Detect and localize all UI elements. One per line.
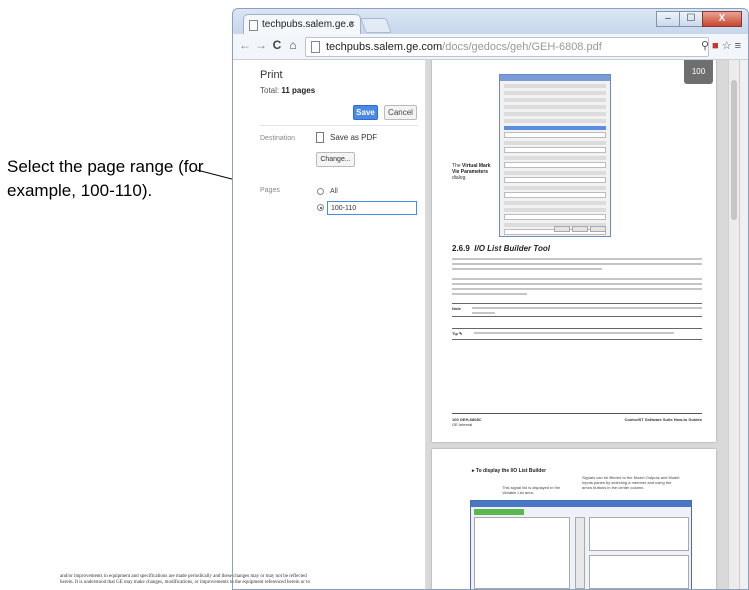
url-path: /docs/gedocs/geh/GEH-6808.pdf xyxy=(442,41,602,53)
home-icon[interactable]: ⌂ xyxy=(285,38,301,52)
title-bar: techpubs.salem.ge.c × – ☐ X xyxy=(233,9,748,34)
note-rule-bottom xyxy=(452,316,702,317)
new-tab-button[interactable] xyxy=(360,18,392,33)
destination-value: Save as PDF xyxy=(330,133,378,142)
page-favicon-icon xyxy=(249,20,258,31)
scrollbar-thumb[interactable] xyxy=(731,80,737,220)
reload-icon[interactable]: C xyxy=(269,38,285,52)
preview-page-1: The Virtual Mark Vie Parameters dialog. … xyxy=(432,60,716,442)
close-window-button[interactable]: X xyxy=(702,11,742,27)
address-bar[interactable]: techpubs.salem.ge.com/docs/gedocs/geh/GE… xyxy=(305,37,709,57)
dialog-screenshot-image xyxy=(499,74,611,237)
tip-rule-bottom xyxy=(452,339,702,340)
preview-page-2: ▸ To display the I/O List Builder This s… xyxy=(432,449,716,589)
tip-text xyxy=(474,332,674,337)
browser-toolbar: ← → C ⌂ techpubs.salem.ge.com/docs/gedoc… xyxy=(233,34,748,60)
right-callout-text: Signals can be filtered to the Model Out… xyxy=(582,475,680,490)
destination-label: Destination xyxy=(260,135,296,142)
save-button[interactable]: Save xyxy=(353,105,378,120)
procedure-heading: ▸ To display the I/O List Builder xyxy=(472,468,547,474)
pages-label: Pages xyxy=(260,187,280,194)
footer-rule xyxy=(452,413,702,414)
browser-tab[interactable]: techpubs.salem.ge.c × xyxy=(243,14,361,34)
change-destination-button[interactable]: Change... xyxy=(316,152,355,167)
tab-title: techpubs.salem.ge.c xyxy=(262,19,354,30)
tab-close-icon[interactable]: × xyxy=(349,15,355,34)
pages-range-radio[interactable] xyxy=(317,204,324,211)
body-text-lines-2 xyxy=(452,278,702,298)
background-document-text: and/or improvements in equipment and spe… xyxy=(60,574,311,585)
io-list-builder-screenshot xyxy=(470,500,692,589)
left-callout-text: This signal list is displayed in the Var… xyxy=(502,485,561,495)
total-pages: Total: 11 pages xyxy=(260,86,316,95)
pdf-extension-icon[interactable]: ■ xyxy=(712,40,722,52)
url-host: techpubs.salem.ge.com xyxy=(326,41,443,53)
zoom-badge[interactable]: 100 xyxy=(684,60,713,84)
preview-scrollbar[interactable] xyxy=(728,60,739,589)
back-arrow-icon[interactable]: ← xyxy=(237,38,253,52)
page-footer: 100 GEH-6808C GE Internal ControlST Soft… xyxy=(452,417,702,427)
cancel-button[interactable]: Cancel xyxy=(384,105,417,120)
window-controls: – ☐ X xyxy=(656,11,742,27)
browser-content: Print Total: 11 pages Save Cancel Destin… xyxy=(233,60,748,589)
total-pages-value: 11 pages xyxy=(281,86,316,95)
tip-rule-top xyxy=(452,328,702,329)
divider xyxy=(260,125,418,126)
forward-arrow-icon[interactable]: → xyxy=(253,38,269,52)
page-range-input[interactable] xyxy=(327,201,417,215)
tip-label: Tip ✎ xyxy=(452,331,463,336)
window-scrollbar[interactable] xyxy=(739,60,748,589)
zoom-magnifier-icon[interactable]: ⚲ xyxy=(701,40,712,52)
section-heading: 2.6.9 I/O List Builder Tool xyxy=(452,244,550,253)
print-preview: The Virtual Mark Vie Parameters dialog. … xyxy=(426,60,739,589)
toolbar-icons: ⚲■☆≡ xyxy=(701,39,744,52)
body-text-lines xyxy=(452,258,702,273)
instruction-callout: Select the page range (for example, 100-… xyxy=(7,157,204,200)
print-title: Print xyxy=(260,69,283,81)
print-settings-panel: Print Total: 11 pages Save Cancel Destin… xyxy=(233,60,426,589)
minimize-button[interactable]: – xyxy=(656,11,680,27)
pages-all-label: All xyxy=(330,188,338,195)
pdf-document-icon xyxy=(316,132,324,143)
browser-window: techpubs.salem.ge.c × – ☐ X ← → C ⌂ tech… xyxy=(232,8,749,590)
bookmark-star-icon[interactable]: ☆ xyxy=(722,40,735,52)
figure-caption: The Virtual Mark Vie Parameters dialog. xyxy=(452,163,491,181)
pages-all-radio[interactable] xyxy=(317,188,324,195)
maximize-button[interactable]: ☐ xyxy=(679,11,703,27)
note-label: Note xyxy=(452,306,461,311)
note-rule-top xyxy=(452,303,702,304)
page-icon xyxy=(311,41,320,53)
menu-icon[interactable]: ≡ xyxy=(735,40,744,52)
